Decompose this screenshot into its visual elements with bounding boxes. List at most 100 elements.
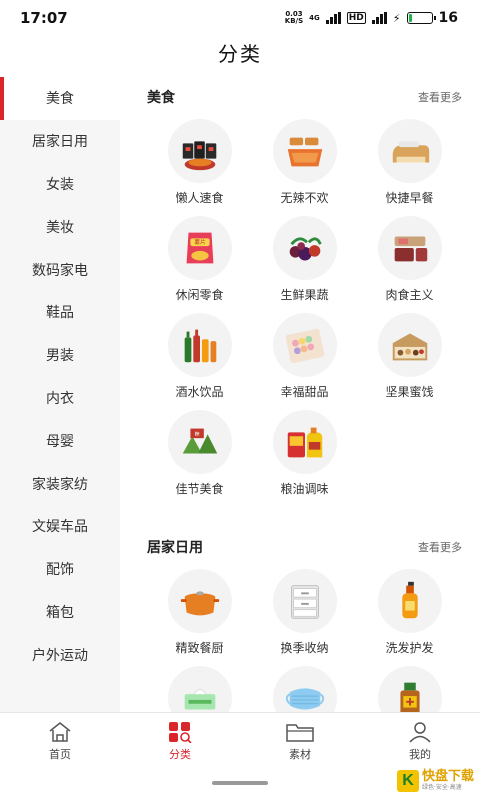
see-more-link[interactable]: 查看更多: [418, 89, 462, 105]
sidebar-item-label: 美食: [46, 91, 74, 108]
sidebar-item[interactable]: 母婴: [0, 419, 120, 462]
sidebar-item-label: 数码家电: [32, 262, 88, 279]
hd-badge: HD: [346, 12, 366, 24]
macaron-icon: [272, 313, 337, 377]
sidebar-item[interactable]: 家装家纺: [0, 462, 120, 505]
home-indicator: [212, 781, 268, 785]
tab-user[interactable]: 我的: [360, 713, 480, 768]
sidebar-item[interactable]: 数码家电: [0, 248, 120, 291]
category-item[interactable]: 坚果蜜饯: [357, 311, 462, 408]
sidebar-item-label: 内衣: [46, 390, 74, 407]
instant-noodles-icon: [167, 119, 232, 183]
section-title: 美食: [147, 90, 175, 106]
sidebar-item[interactable]: 男装: [0, 334, 120, 377]
sidebar-item-label: 鞋品: [46, 305, 74, 322]
mask-icon: [272, 666, 337, 712]
category-item[interactable]: 洗发护发: [357, 567, 462, 664]
tab-label: 我的: [409, 747, 431, 761]
category-item[interactable]: 无辣不欢: [252, 117, 357, 214]
sidebar-item[interactable]: 箱包: [0, 591, 120, 634]
folder-icon: [285, 720, 315, 744]
network-speed: 0.03 KB/S: [284, 10, 304, 25]
signal-icon-2: [371, 12, 387, 24]
sidebar-item-label: 家装家纺: [32, 476, 88, 493]
section-header: 居家日用 查看更多: [147, 527, 462, 567]
category-item[interactable]: 酒水饮品: [147, 311, 252, 408]
battery-percent: 16: [438, 10, 458, 26]
watermark-k-icon: K: [396, 770, 419, 792]
sidebar-item[interactable]: 居家日用: [0, 120, 120, 163]
category-item-label: 佳节美食: [175, 482, 224, 496]
category-item-label: 洗发护发: [385, 641, 434, 655]
category-item[interactable]: 生鲜果蔬: [252, 214, 357, 311]
sidebar-item[interactable]: 女装: [0, 163, 120, 206]
category-item-label: 生鲜果蔬: [280, 288, 329, 302]
category-item[interactable]: 换季收纳: [252, 567, 357, 664]
category-icon: [167, 720, 193, 744]
category-content: 美食 查看更多 懒人速食 无辣不欢 快捷早餐 薯片 休闲零食 生鲜果蔬 肉食主义 酒水饮品 幸福甜品…: [120, 77, 480, 712]
sidebar-item[interactable]: 美妆: [0, 205, 120, 248]
tab-home[interactable]: 首页: [0, 713, 120, 768]
disinfectant-icon: [377, 666, 442, 712]
tab-label: 首页: [49, 747, 71, 761]
sidebar-item-label: 居家日用: [32, 134, 88, 151]
sidebar-item[interactable]: 文娱车品: [0, 505, 120, 548]
zongzi-icon: 粽: [167, 410, 232, 474]
category-item[interactable]: 幸福甜品: [252, 311, 357, 408]
sidebar-item-label: 户外运动: [32, 647, 88, 664]
section-header: 美食 查看更多: [147, 77, 462, 117]
tab-folder[interactable]: 素材: [240, 713, 360, 768]
category-item-label: 懒人速食: [175, 191, 224, 205]
sidebar-item-label: 箱包: [46, 604, 74, 621]
battery-level: [408, 14, 413, 22]
category-item[interactable]: 粽佳节美食: [147, 408, 252, 505]
storage-drawer-icon: [272, 569, 337, 633]
category-item-label: 坚果蜜饯: [385, 385, 434, 399]
svg-text:粽: 粽: [194, 430, 199, 437]
watermark-logo: K 快盘下载 绿色·安全·高速: [396, 770, 474, 792]
tab-label: 分类: [169, 747, 191, 761]
signal-icon: [325, 12, 341, 24]
category-item[interactable]: 快捷早餐: [357, 117, 462, 214]
spicy-snacks-icon: [272, 119, 337, 183]
category-item[interactable]: [147, 664, 252, 712]
shampoo-icon: [377, 569, 442, 633]
tissue-icon: [167, 666, 232, 712]
sidebar-item-label: 母婴: [46, 433, 74, 450]
section-title: 居家日用: [147, 540, 203, 556]
sidebar-item[interactable]: 户外运动: [0, 633, 120, 676]
network-type: 4G: [309, 14, 320, 22]
tab-category[interactable]: 分类: [120, 713, 240, 768]
category-item[interactable]: [252, 664, 357, 712]
sidebar-item-label: 配饰: [46, 562, 74, 579]
sidebar-item-label: 文娱车品: [32, 519, 88, 536]
drinks-icon: [167, 313, 232, 377]
sidebar-item[interactable]: 鞋品: [0, 291, 120, 334]
see-more-link[interactable]: 查看更多: [418, 539, 462, 555]
category-grid: 懒人速食 无辣不欢快捷早餐薯片 休闲零食生鲜果蔬 肉食主义酒水饮品 幸福甜品坚果蜜饯粽佳…: [147, 117, 462, 505]
category-item[interactable]: 精致餐厨: [147, 567, 252, 664]
category-grid: 精致餐厨 换季收纳 洗发护发: [147, 567, 462, 712]
page-title: 分类: [218, 42, 262, 66]
category-item[interactable]: 薯片 休闲零食: [147, 214, 252, 311]
sidebar-item[interactable]: 内衣: [0, 377, 120, 420]
category-item[interactable]: 懒人速食: [147, 117, 252, 214]
sidebar-item-label: 男装: [46, 348, 74, 365]
bottom-tab-bar: 首页 分类 素材 我的: [0, 712, 480, 768]
oil-icon: [272, 410, 337, 474]
user-icon: [407, 720, 433, 744]
category-item-label: 快捷早餐: [385, 191, 434, 205]
category-item[interactable]: [357, 664, 462, 712]
sidebar-item[interactable]: 美食: [0, 77, 120, 120]
tab-label: 素材: [289, 747, 311, 761]
meat-icon: [377, 216, 442, 280]
category-item-label: 肉食主义: [385, 288, 434, 302]
category-item[interactable]: 粮油调味: [252, 408, 357, 505]
status-bar: 17:07 0.03 KB/S 4G HD ⚡ 16: [0, 0, 480, 36]
category-section: 居家日用 查看更多精致餐厨 换季收纳 洗发护发: [147, 527, 462, 712]
fruit-icon: [272, 216, 337, 280]
category-item-label: 精致餐厨: [175, 641, 224, 655]
category-item-label: 换季收纳: [280, 641, 329, 655]
category-item[interactable]: 肉食主义: [357, 214, 462, 311]
sidebar-item[interactable]: 配饰: [0, 548, 120, 591]
